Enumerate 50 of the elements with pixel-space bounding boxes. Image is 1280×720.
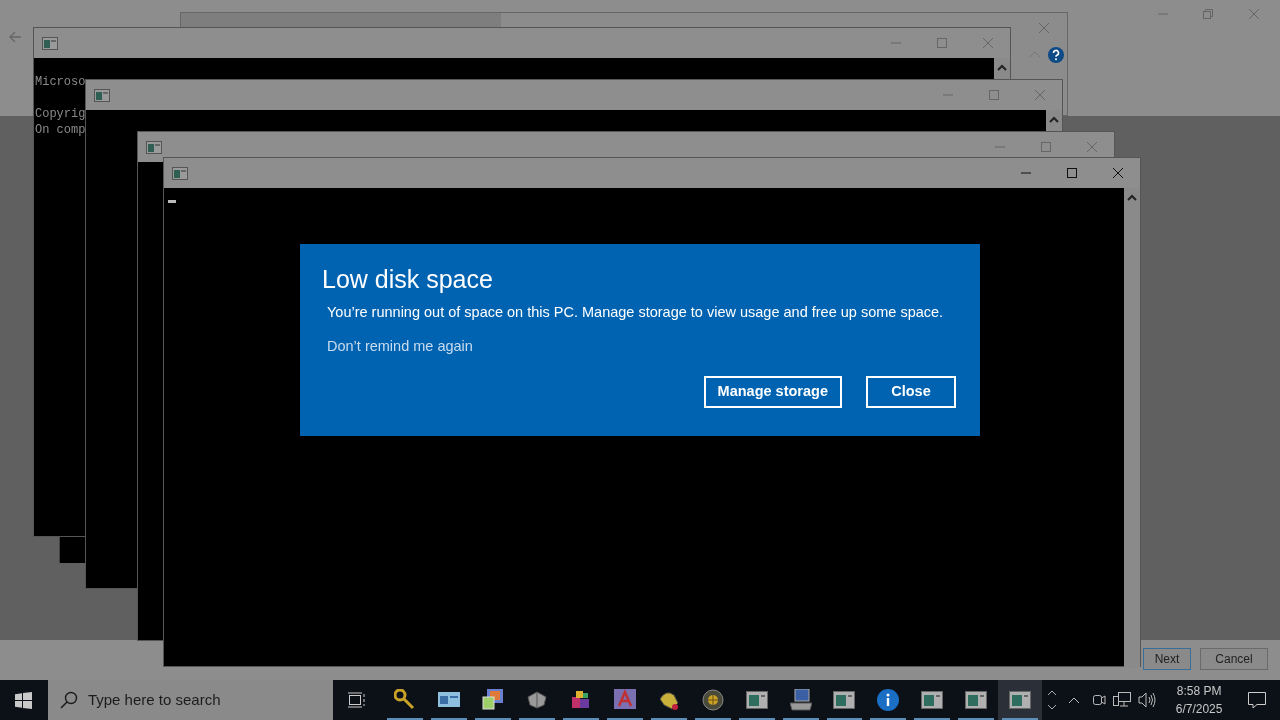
console-app-icon bbox=[833, 689, 856, 711]
globe-icon bbox=[701, 689, 724, 711]
clock-time[interactable]: 8:58 PM bbox=[1164, 682, 1235, 700]
camera-icon[interactable] bbox=[1090, 692, 1107, 708]
volume-icon[interactable] bbox=[1138, 692, 1157, 708]
scrollbar[interactable] bbox=[994, 58, 1010, 80]
help-icon[interactable] bbox=[1048, 47, 1064, 63]
search-icon bbox=[59, 691, 78, 709]
console-line: Copyrig bbox=[35, 106, 87, 122]
scroll-up-icon[interactable] bbox=[1127, 194, 1137, 201]
task-view-icon[interactable] bbox=[348, 692, 367, 708]
console-app-icon bbox=[745, 689, 768, 711]
console-icon bbox=[146, 140, 162, 154]
scroll-up-icon[interactable] bbox=[997, 64, 1007, 71]
scroll-up-icon[interactable] bbox=[1049, 116, 1059, 123]
maximize-button[interactable] bbox=[1066, 167, 1078, 179]
scroll-up-icon[interactable] bbox=[1047, 690, 1058, 696]
scrollbar[interactable] bbox=[1124, 188, 1140, 668]
wizard-button[interactable]: Cancel bbox=[1200, 648, 1268, 670]
info-icon bbox=[877, 689, 900, 711]
dialog-title: Low disk space bbox=[322, 264, 494, 294]
console-line: On comp bbox=[35, 122, 87, 138]
computer-icon bbox=[789, 689, 812, 711]
key-icon bbox=[394, 689, 417, 711]
console-icon bbox=[42, 36, 58, 50]
console-icon bbox=[172, 166, 188, 180]
scrollbar[interactable] bbox=[1046, 110, 1062, 132]
dialog-message: You’re running out of space on this PC. Manage storage to view usage and free up some space. bbox=[327, 303, 945, 322]
console-icon bbox=[94, 88, 110, 102]
close-button[interactable] bbox=[1112, 167, 1124, 179]
close-dialog-button[interactable]: Close bbox=[866, 375, 956, 408]
dont-remind-link[interactable]: Don’t remind me again bbox=[327, 335, 473, 358]
taskbar-app[interactable] bbox=[998, 680, 1043, 720]
manage-storage-button[interactable]: Manage storage bbox=[703, 375, 842, 408]
paint-icon bbox=[482, 689, 505, 711]
console-app-icon bbox=[965, 689, 988, 711]
font-icon bbox=[613, 689, 636, 711]
clock-date[interactable]: 6/7/2025 bbox=[1164, 700, 1235, 718]
scroll-down-icon[interactable] bbox=[1047, 704, 1058, 710]
console-line: Microso bbox=[35, 74, 87, 90]
blocks-icon bbox=[569, 689, 592, 711]
network-icon[interactable] bbox=[1113, 692, 1132, 708]
start-icon[interactable] bbox=[15, 691, 33, 709]
wizard-button[interactable]: Next bbox=[1143, 648, 1191, 670]
search-placeholder: Type here to search bbox=[87, 689, 221, 710]
console-app-icon bbox=[921, 689, 944, 711]
chevron-up-icon[interactable] bbox=[1068, 696, 1081, 704]
console-app-icon bbox=[1009, 689, 1032, 711]
notification-icon[interactable] bbox=[1248, 691, 1267, 709]
search-box[interactable]: Type here to search bbox=[47, 680, 334, 720]
